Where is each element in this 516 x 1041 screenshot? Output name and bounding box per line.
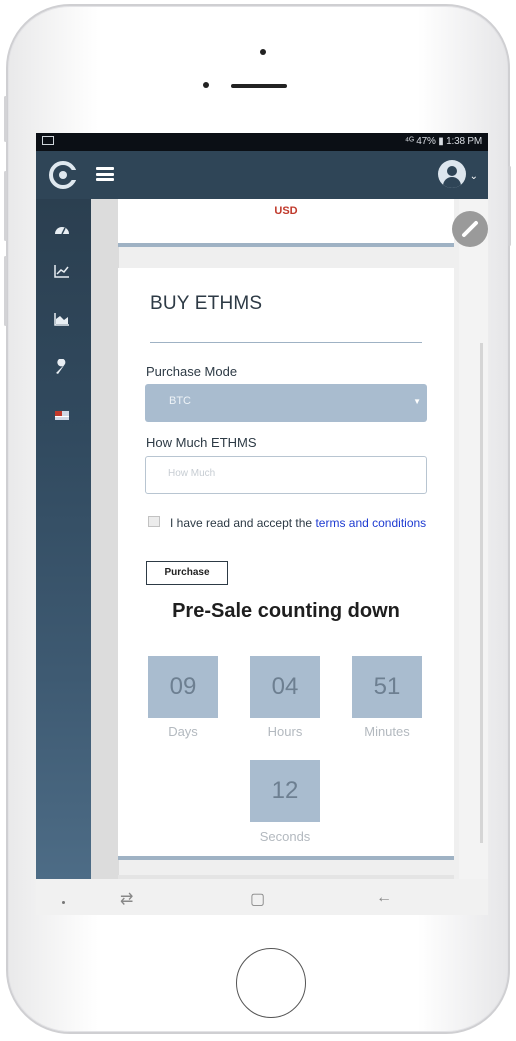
days-label: Days [168, 724, 198, 739]
purchase-mode-value: BTC [169, 395, 191, 407]
phone-speaker [231, 84, 287, 88]
hours-label: Hours [267, 724, 303, 739]
phone-home-button[interactable] [236, 948, 306, 1018]
terms-link[interactable]: terms and conditions [315, 516, 426, 530]
flag-icon[interactable] [53, 407, 71, 423]
pencil-icon [462, 221, 478, 237]
phone-side-button [4, 256, 7, 326]
phone-side-button [508, 166, 511, 246]
amount-input[interactable]: How Much [145, 456, 427, 494]
recent-apps-icon[interactable]: ⇄ [120, 889, 133, 909]
seconds-value: 12 [250, 760, 320, 822]
phone-screen: ⁴ᴳ 47% ▮ 1:38 PM ⌄ USD BUY ETHMS Purchas… [36, 133, 488, 915]
sidebar [36, 199, 91, 879]
nav-dot-icon [62, 901, 65, 904]
android-nav-bar: ⇄ ▢ ← [36, 879, 488, 915]
line-chart-icon[interactable] [53, 263, 71, 279]
terms-prefix: I have read and accept the [170, 516, 316, 530]
hamburger-menu-icon[interactable] [96, 167, 114, 181]
chevron-down-icon[interactable]: ⌄ [470, 171, 478, 182]
purchase-button[interactable]: Purchase [146, 561, 228, 585]
currency-label: USD [274, 205, 298, 217]
phone-side-button [4, 171, 7, 241]
days-value: 09 [148, 656, 218, 718]
phone-camera [260, 49, 266, 55]
wrench-icon[interactable] [53, 359, 71, 375]
phone-sensor [203, 82, 209, 88]
buy-ethms-card: BUY ETHMS Purchase Mode BTC ▼ How Much E… [118, 268, 454, 860]
content-gutter [91, 199, 119, 879]
back-arrow-icon[interactable]: ← [376, 889, 392, 907]
area-chart-icon[interactable] [53, 311, 71, 327]
minutes-value: 51 [352, 656, 422, 718]
price-card: USD [118, 199, 454, 247]
divider [150, 342, 422, 343]
hours-value: 04 [250, 656, 320, 718]
amount-label: How Much ETHMS [146, 435, 257, 450]
purchase-mode-select[interactable]: BTC ▼ [145, 384, 427, 422]
app-header: ⌄ [36, 151, 488, 199]
amount-placeholder: How Much [168, 468, 216, 479]
countdown-title: Pre-Sale counting down [172, 600, 400, 622]
minutes-label: Minutes [364, 724, 410, 739]
user-avatar-icon[interactable] [438, 160, 466, 188]
phone-side-button [4, 96, 7, 142]
terms-text: I have read and accept the terms and con… [144, 516, 434, 531]
status-right-text: ⁴ᴳ 47% ▮ 1:38 PM [404, 136, 482, 147]
purchase-mode-label: Purchase Mode [146, 364, 238, 379]
home-square-icon[interactable]: ▢ [250, 889, 265, 909]
scrollbar[interactable] [480, 343, 483, 843]
gallery-notification-icon [42, 136, 54, 145]
dashboard-icon[interactable] [53, 221, 71, 237]
seconds-label: Seconds [259, 829, 311, 844]
app-logo-icon[interactable] [49, 161, 77, 189]
card-title: BUY ETHMS [150, 293, 263, 314]
status-bar: ⁴ᴳ 47% ▮ 1:38 PM [36, 133, 488, 151]
edit-pencil-button[interactable] [452, 211, 488, 247]
caret-down-icon: ▼ [413, 397, 421, 406]
